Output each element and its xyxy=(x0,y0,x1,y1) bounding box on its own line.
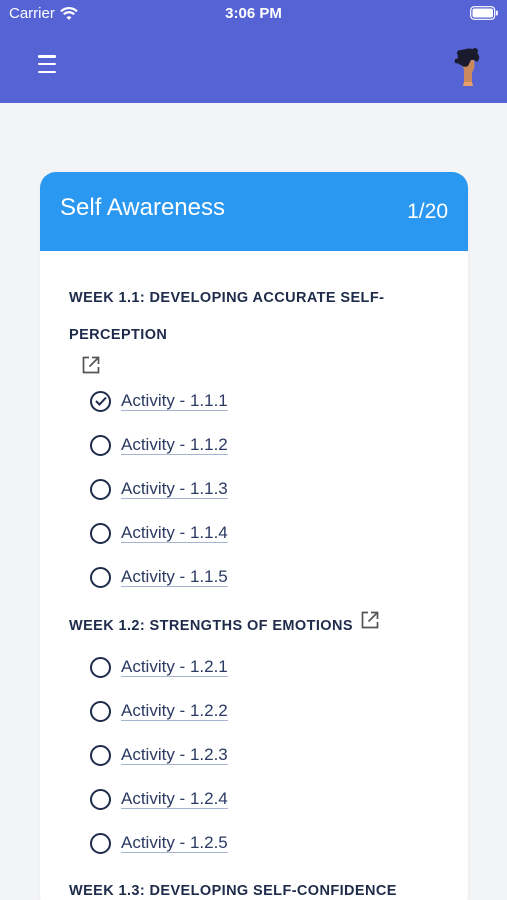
activity-link[interactable]: Activity - 1.1.3 xyxy=(121,479,228,499)
week-title-line: WEEK 1.2: STRENGTHS OF EMOTIONS xyxy=(69,618,353,634)
activity-item[interactable]: Activity - 1.2.1 xyxy=(90,653,228,681)
activity-link[interactable]: Activity - 1.1.5 xyxy=(121,567,228,587)
radio-circle-icon[interactable] xyxy=(90,478,111,500)
activity-item[interactable]: Activity - 1.1.3 xyxy=(90,475,228,503)
activity-link[interactable]: Activity - 1.2.3 xyxy=(121,745,228,765)
radio-circle-icon[interactable] xyxy=(90,656,111,678)
radio-circle-icon[interactable] xyxy=(90,434,111,456)
radio-circle-icon[interactable] xyxy=(90,566,111,588)
check-circle-icon[interactable] xyxy=(90,390,111,412)
radio-circle-icon[interactable] xyxy=(90,700,111,722)
activity-link[interactable]: Activity - 1.2.4 xyxy=(121,789,228,809)
app-header: Carrier 3:06 PM xyxy=(0,0,507,103)
week-title-1-1: WEEK 1.1: DEVELOPING ACCURATE SELF- PERC… xyxy=(69,280,384,354)
activity-item[interactable]: Activity - 1.2.5 xyxy=(90,829,228,857)
activity-link[interactable]: Activity - 1.2.1 xyxy=(121,657,228,677)
activity-item[interactable]: Activity - 1.2.2 xyxy=(90,697,228,725)
status-bar: Carrier 3:06 PM xyxy=(0,0,507,28)
activity-item[interactable]: Activity - 1.1.4 xyxy=(90,519,228,547)
radio-circle-icon[interactable] xyxy=(90,744,111,766)
radio-circle-icon[interactable] xyxy=(90,522,111,544)
module-card: Self Awareness 1/20 WEEK 1.1: DEVELOPING… xyxy=(40,172,468,900)
external-link-icon[interactable] xyxy=(360,610,380,630)
activity-link[interactable]: Activity - 1.1.1 xyxy=(121,391,228,411)
week-title-line: WEEK 1.3: DEVELOPING SELF-CONFIDENCE xyxy=(69,883,397,899)
module-title: Self Awareness xyxy=(60,194,225,221)
status-time: 3:06 PM xyxy=(225,5,282,22)
week-title-line: WEEK 1.1: DEVELOPING ACCURATE SELF- xyxy=(69,290,385,306)
activity-item[interactable]: Activity - 1.1.1 xyxy=(90,387,228,415)
week-title-line: PERCEPTION xyxy=(69,327,168,343)
week-title-1-3: WEEK 1.3: DEVELOPING SELF-CONFIDENCE xyxy=(69,873,397,900)
activity-item[interactable]: Activity - 1.1.5 xyxy=(90,563,228,591)
activity-link[interactable]: Activity - 1.1.4 xyxy=(121,523,228,543)
radio-circle-icon[interactable] xyxy=(90,832,111,854)
hamburger-menu-icon[interactable] xyxy=(36,53,58,75)
activity-link[interactable]: Activity - 1.2.2 xyxy=(121,701,228,721)
activity-link[interactable]: Activity - 1.1.2 xyxy=(121,435,228,455)
module-progress-counter: 1/20 xyxy=(407,200,448,223)
external-link-icon[interactable] xyxy=(81,355,101,375)
card-header: Self Awareness 1/20 xyxy=(40,172,468,251)
radio-circle-icon[interactable] xyxy=(90,788,111,810)
activity-link[interactable]: Activity - 1.2.5 xyxy=(121,833,228,853)
avatar[interactable] xyxy=(452,48,484,86)
battery-icon xyxy=(470,6,498,20)
activity-item[interactable]: Activity - 1.2.3 xyxy=(90,741,228,769)
activity-item[interactable]: Activity - 1.2.4 xyxy=(90,785,228,813)
activity-item[interactable]: Activity - 1.1.2 xyxy=(90,431,228,459)
week-title-1-2: WEEK 1.2: STRENGTHS OF EMOTIONS xyxy=(69,608,353,645)
